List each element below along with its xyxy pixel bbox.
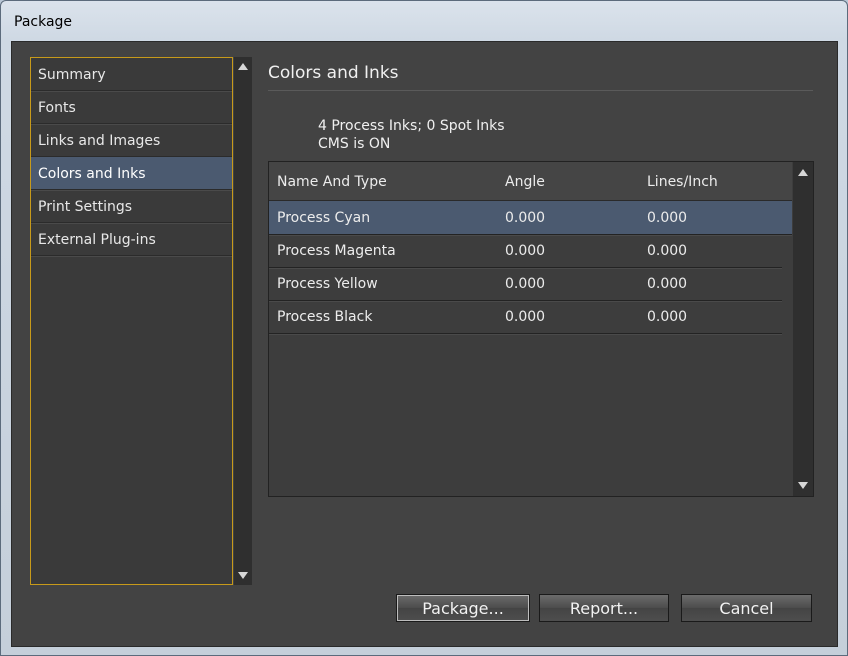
report-button[interactable]: Report... [539,594,669,622]
panel-title: Colors and Inks [268,63,399,83]
ink-lpi: 0.000 [647,210,688,226]
ink-lpi: 0.000 [647,309,688,325]
table-scrollbar[interactable] [793,162,813,496]
table-row[interactable]: Process Cyan 0.000 0.000 [269,201,792,235]
scroll-down-icon[interactable] [798,482,808,489]
table-row[interactable]: Process Black 0.000 0.000 [269,300,782,334]
column-header-angle[interactable]: Angle [505,174,545,190]
table-row[interactable]: Process Magenta 0.000 0.000 [269,234,782,268]
ink-angle: 0.000 [505,243,546,259]
section-list: Summary Fonts Links and Images Colors an… [30,57,233,585]
ink-name: Process Magenta [277,243,396,259]
ink-angle: 0.000 [505,276,546,292]
ink-angle: 0.000 [505,210,546,226]
ink-angle: 0.000 [505,309,546,325]
ink-summary: 4 Process Inks; 0 Spot Inks [318,118,505,134]
ink-name: Process Black [277,309,373,325]
nav-item-fonts[interactable]: Fonts [31,91,232,124]
divider [268,90,813,91]
scroll-up-icon[interactable] [238,63,248,70]
table-row[interactable]: Process Yellow 0.000 0.000 [269,267,782,301]
nav-item-links-and-images[interactable]: Links and Images [31,124,232,157]
inks-table: Name And Type Angle Lines/Inch Process C… [268,161,814,497]
ink-lpi: 0.000 [647,276,688,292]
package-dialog: Package Summary Fonts Links and Images C… [0,0,848,656]
cancel-button[interactable]: Cancel [681,594,812,622]
section-list-scrollbar[interactable] [234,57,252,585]
ink-lpi: 0.000 [647,243,688,259]
nav-item-colors-and-inks[interactable]: Colors and Inks [31,157,232,190]
window-title: Package [14,14,73,30]
column-header-name[interactable]: Name And Type [277,174,387,190]
nav-item-external-plug-ins[interactable]: External Plug-ins [31,223,232,256]
ink-name: Process Yellow [277,276,378,292]
dialog-client-area: Summary Fonts Links and Images Colors an… [11,41,838,647]
table-header: Name And Type Angle Lines/Inch [269,162,792,201]
package-button[interactable]: Package... [396,594,530,622]
nav-item-print-settings[interactable]: Print Settings [31,190,232,223]
nav-item-summary[interactable]: Summary [31,58,232,91]
scroll-up-icon[interactable] [798,169,808,176]
scroll-down-icon[interactable] [238,572,248,579]
ink-name: Process Cyan [277,210,371,226]
column-header-lines-per-inch[interactable]: Lines/Inch [647,174,718,190]
cms-status: CMS is ON [318,136,391,152]
